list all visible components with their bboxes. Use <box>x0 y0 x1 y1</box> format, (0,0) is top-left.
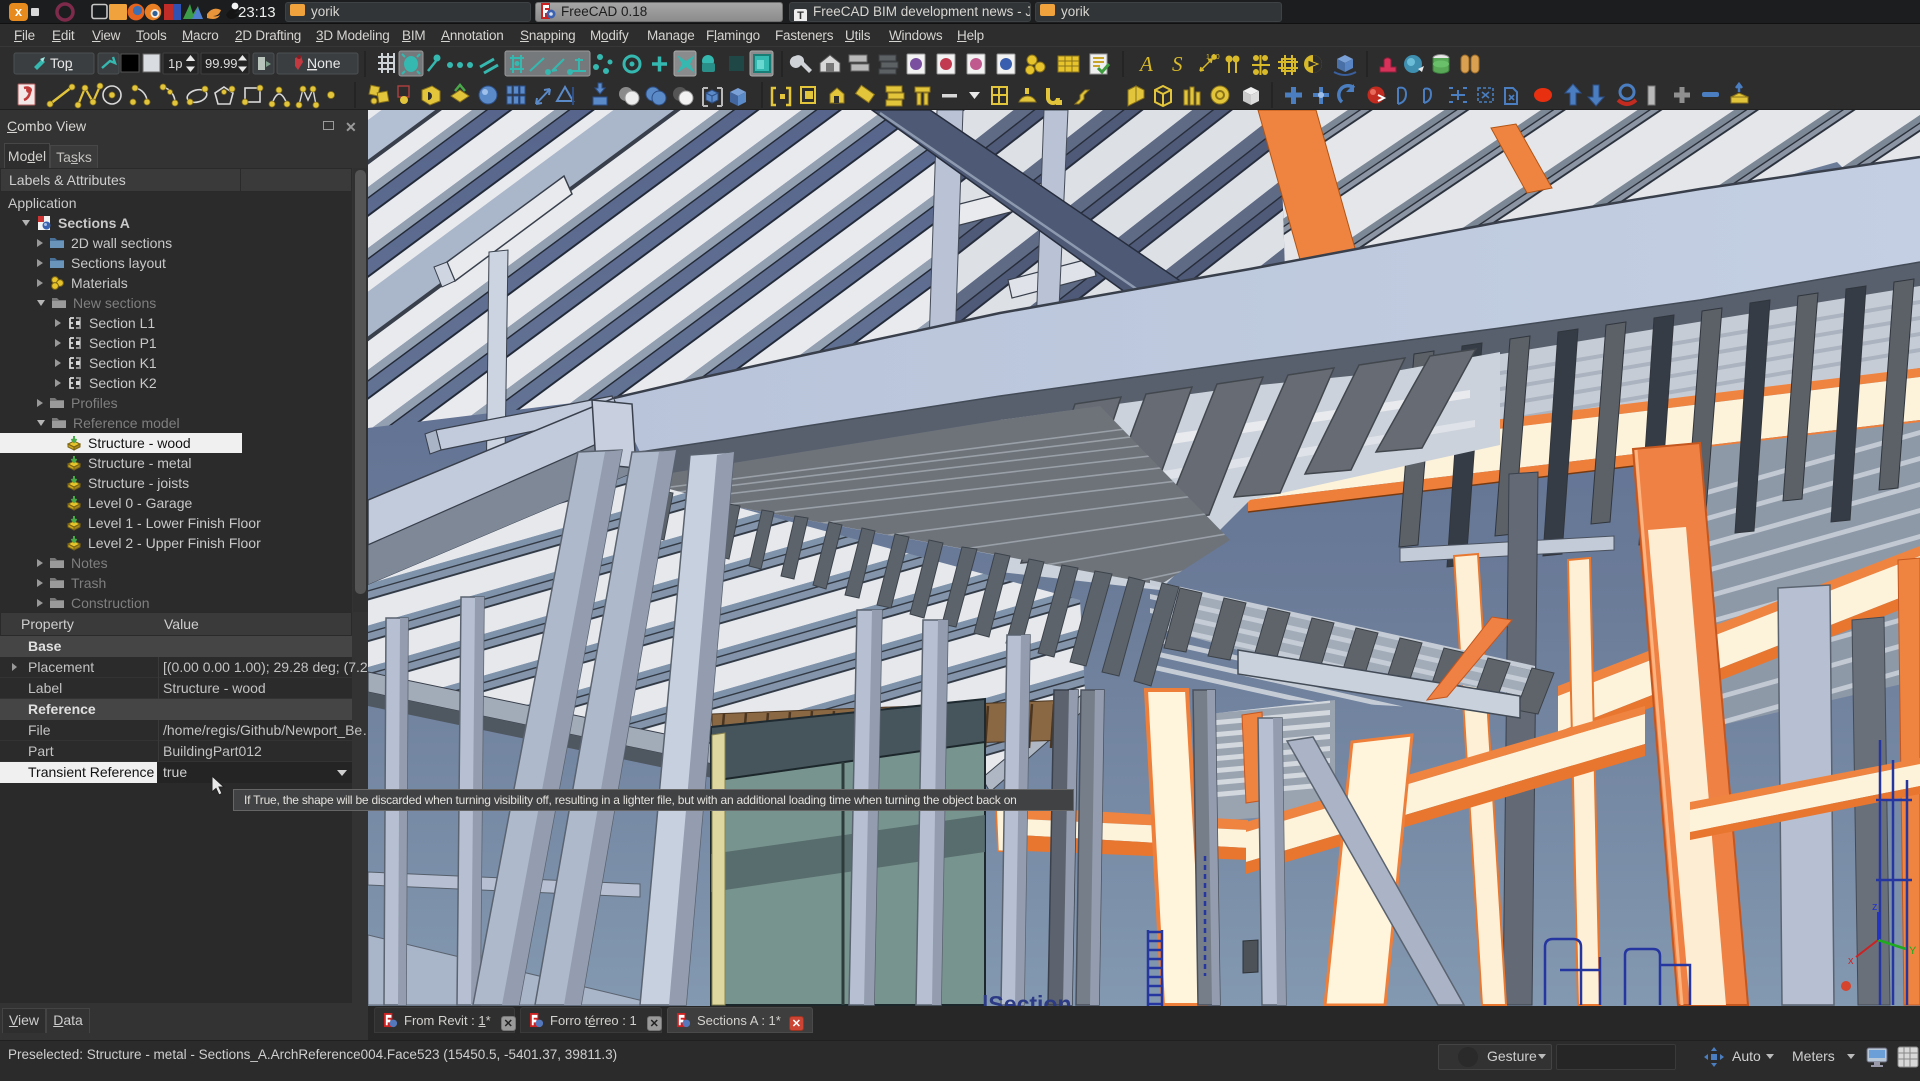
svg-text:None: None <box>307 55 341 71</box>
svg-text:Y: Y <box>1909 945 1917 957</box>
svg-text:S: S <box>1172 52 1183 76</box>
svg-text:99.99: 99.99 <box>205 56 238 71</box>
svg-text:|Section: |Section <box>982 991 1072 1006</box>
svg-text:A: A <box>1138 52 1153 76</box>
svg-text:z: z <box>1872 901 1878 913</box>
svg-text:x: x <box>1848 955 1854 967</box>
svg-text:Top: Top <box>50 55 73 71</box>
svg-text:1p: 1p <box>168 56 182 71</box>
svg-text:1.00: 1.00 <box>1206 54 1220 61</box>
